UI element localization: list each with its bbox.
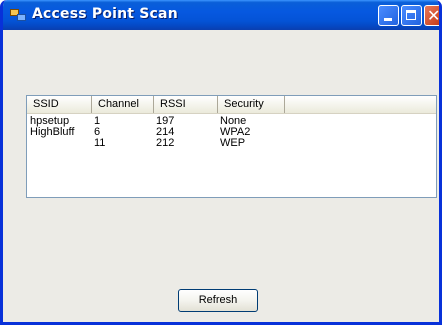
column-header-security[interactable]: Security [218, 96, 285, 113]
column-header-ssid[interactable]: SSID [27, 96, 92, 113]
list-row[interactable]: 11 212 WEP [27, 138, 436, 149]
close-button[interactable]: ✕ [424, 5, 441, 26]
list-rows: hpsetup 1 197 None HighBluff 6 214 WPA2 … [27, 116, 436, 149]
title-bar[interactable]: Access Point Scan ✕ [3, 0, 441, 30]
close-icon: ✕ [427, 6, 441, 25]
ssid-cell: HighBluff [30, 126, 75, 138]
security-cell: WEP [220, 137, 246, 149]
minimize-icon [384, 18, 392, 21]
column-header-channel[interactable]: Channel [92, 96, 154, 113]
minimize-button[interactable] [378, 5, 399, 26]
maximize-icon [406, 10, 416, 20]
refresh-button[interactable]: Refresh [178, 289, 258, 312]
app-window-icon[interactable] [10, 9, 26, 21]
channel-cell: 11 [94, 137, 106, 149]
app-window: Access Point Scan ✕ SSID Channel RSSI Se… [0, 0, 442, 325]
access-point-list[interactable]: SSID Channel RSSI Security hpsetup 1 197… [26, 95, 437, 198]
column-header-rssi[interactable]: RSSI [154, 96, 218, 113]
maximize-button[interactable] [401, 5, 422, 26]
window-title: Access Point Scan [32, 6, 178, 22]
list-header: SSID Channel RSSI Security [27, 96, 436, 114]
rssi-cell: 212 [156, 137, 175, 149]
